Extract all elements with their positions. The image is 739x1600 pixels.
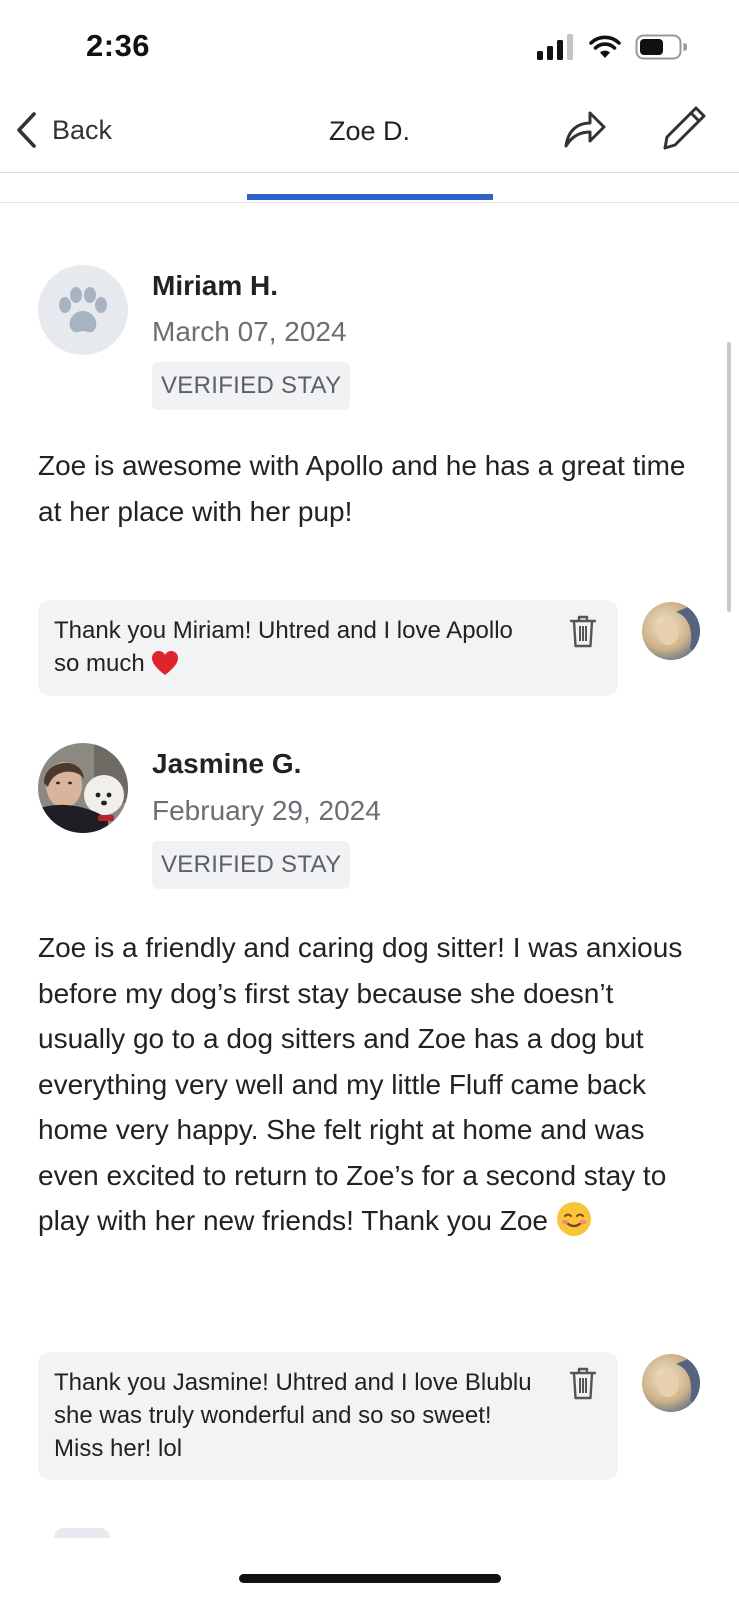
- page-title: Zoe D.: [328, 116, 411, 146]
- scroll-indicator[interactable]: [727, 342, 731, 612]
- smiling-face-emoji-icon: [556, 1202, 591, 1236]
- paw-icon: [59, 287, 107, 333]
- replier-photo-icon: [642, 1354, 700, 1412]
- trash-icon: [569, 1367, 597, 1400]
- review-date: March 07, 2024: [152, 316, 347, 347]
- replier-avatar[interactable]: [642, 602, 700, 660]
- share-arrow-icon: [564, 111, 606, 148]
- reviewer-avatar[interactable]: [38, 265, 128, 355]
- delete-reply-button[interactable]: [568, 614, 598, 653]
- review-text-end: Thank you Zoe: [361, 1205, 548, 1236]
- review-text: Zoe is a friendly and caring dog sitter!…: [38, 925, 698, 1244]
- review-text-main: Zoe is a friendly and caring dog sitter!…: [38, 932, 683, 1236]
- red-heart-emoji-icon: [152, 651, 179, 675]
- reviewer-name[interactable]: Jasmine G.: [152, 748, 301, 780]
- tab-strip: [0, 172, 739, 203]
- user-photo-icon: [38, 743, 128, 833]
- reply-box: Thank you Miriam! Uhtred and I love Apol…: [38, 600, 618, 696]
- wifi-icon: [589, 35, 621, 58]
- reviewer-avatar[interactable]: [38, 743, 128, 833]
- share-button[interactable]: [560, 104, 608, 157]
- signal-icon: [537, 34, 573, 60]
- reply-box: Thank you Jasmine! Uhtred and I love Blu…: [38, 1352, 618, 1480]
- nav-bar: Back Zoe D.: [0, 100, 739, 173]
- next-reviewer-avatar: [54, 1528, 110, 1538]
- pencil-icon: [663, 106, 706, 150]
- status-bar: 2:36: [0, 0, 739, 100]
- verified-stay-badge: VERIFIED STAY: [152, 362, 351, 410]
- review-text: Zoe is awesome with Apollo and he has a …: [38, 450, 686, 527]
- status-time: 2:36: [86, 28, 151, 63]
- replier-photo-icon: [642, 602, 700, 660]
- reply-text-content: Thank you Miriam! Uhtred and I love Apol…: [54, 617, 513, 677]
- trash-icon: [569, 615, 597, 648]
- active-tab-indicator: [247, 194, 493, 200]
- replier-avatar[interactable]: [642, 1354, 700, 1412]
- battery-icon: [635, 34, 687, 60]
- review-date: February 29, 2024: [152, 795, 381, 826]
- status-icons: [537, 34, 687, 60]
- edit-button[interactable]: [660, 104, 708, 157]
- verified-stay-badge: VERIFIED STAY: [152, 841, 351, 889]
- home-indicator[interactable]: [239, 1574, 501, 1583]
- delete-reply-button[interactable]: [568, 1366, 598, 1405]
- reply-text: Thank you Jasmine! Uhtred and I love Blu…: [54, 1369, 532, 1462]
- reviewer-name[interactable]: Miriam H.: [152, 270, 278, 302]
- reply-text: Thank you Miriam! Uhtred and I love Apol…: [54, 614, 534, 680]
